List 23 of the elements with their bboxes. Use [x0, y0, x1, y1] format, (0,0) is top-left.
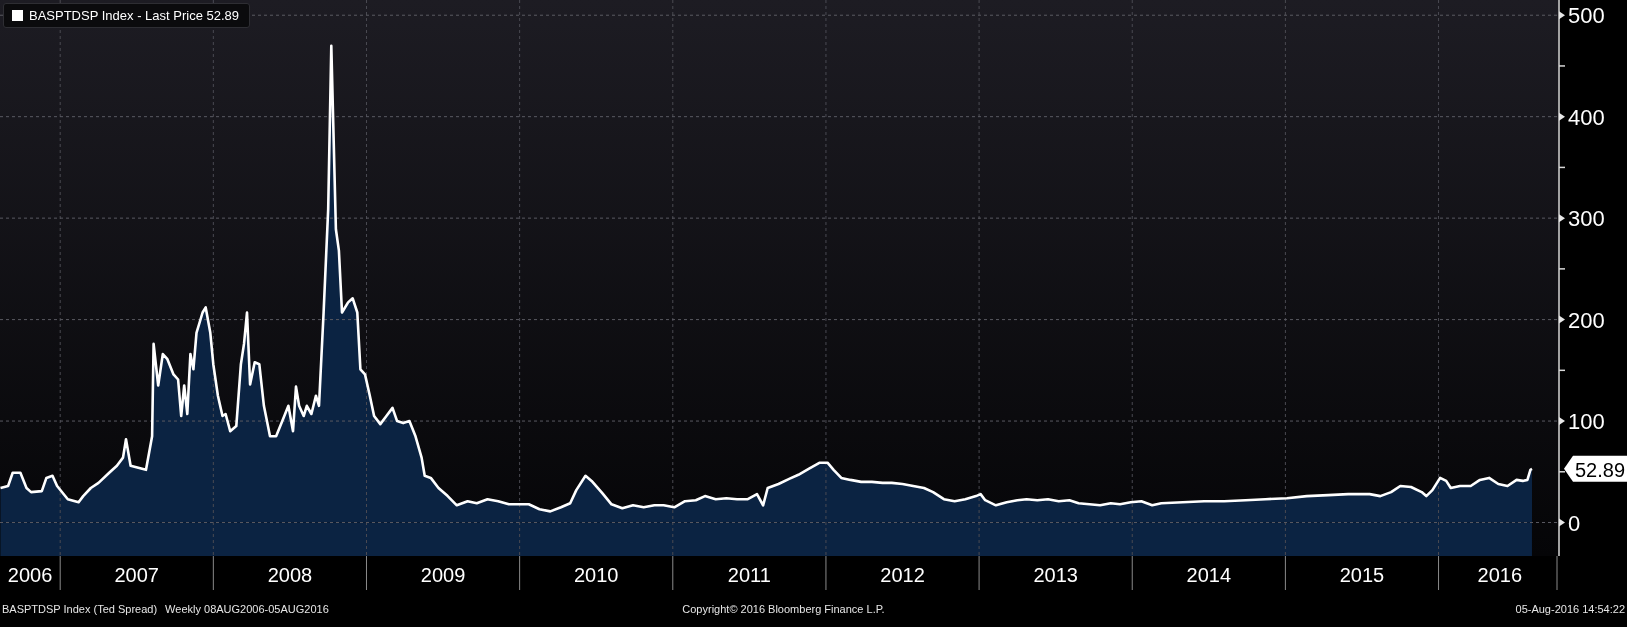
axis-label: 2014: [1186, 564, 1232, 586]
axis-label: 2009: [420, 564, 466, 586]
footer-text: BASPTDSP Index (Ted Spread): [2, 602, 158, 615]
axis-label: 2016: [1477, 564, 1523, 586]
axis-label: 2008: [267, 564, 313, 586]
axis-label: 2007: [114, 564, 159, 586]
axis-label: 300: [1568, 206, 1605, 232]
axis-label: 0: [1568, 510, 1581, 536]
axis-label: 200: [1568, 307, 1605, 333]
copyright-text: Copyright© 2016 Bloomberg Finance L.P.: [681, 602, 886, 615]
axis-label: 100: [1568, 409, 1605, 435]
footer-text: Weekly 08AUG2006-05AUG2016: [165, 602, 329, 615]
legend-label: BASPTDSP Index - Last Price 52.89: [29, 8, 240, 23]
axis-label: 400: [1568, 104, 1605, 130]
axis-label: 500: [1568, 3, 1605, 29]
axis-label: 2012: [880, 564, 925, 586]
axis-label: 2013: [1033, 564, 1078, 586]
last-value-tag: 52.89: [1564, 455, 1627, 482]
axis-label: 2006: [7, 564, 53, 586]
axis-label: 2015: [1339, 564, 1385, 586]
timestamp-text: 05-Aug-2016 14:54:22: [1514, 602, 1625, 615]
axis-label: 2011: [727, 564, 771, 586]
axis-label: 2010: [573, 564, 619, 586]
